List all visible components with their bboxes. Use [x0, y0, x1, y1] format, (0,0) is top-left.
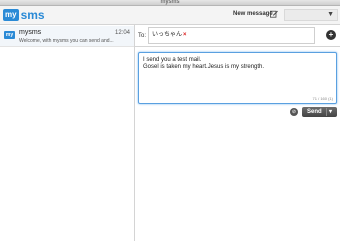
- compose-pane: To: いっちゃん× + I send you a test mail. Gos…: [135, 25, 340, 241]
- logo-badge: my: [3, 9, 19, 21]
- avatar: my: [4, 31, 15, 39]
- conversation-preview: Welcome, with mysms you can send and...: [19, 38, 114, 44]
- new-message-button[interactable]: New message: [233, 11, 273, 17]
- chevron-down-icon: ▼: [327, 11, 334, 18]
- remove-recipient-icon[interactable]: ×: [183, 32, 187, 38]
- account-select[interactable]: ▼: [284, 9, 338, 21]
- conversation-item[interactable]: my mysms 12:04 Welcome, with mysms you c…: [0, 26, 134, 47]
- add-recipient-button[interactable]: +: [326, 30, 336, 40]
- recipient-field[interactable]: いっちゃん×: [148, 27, 315, 44]
- send-options-icon[interactable]: ▾: [329, 108, 332, 115]
- message-textarea[interactable]: I send you a test mail. Gosel is taken m…: [138, 52, 337, 104]
- character-counter: 71 / 160 (1): [312, 96, 333, 101]
- compose-icon[interactable]: [270, 10, 278, 18]
- send-button[interactable]: Send ▾: [302, 107, 337, 117]
- mysms-logo: my sms: [3, 8, 45, 22]
- recipient-row: To: いっちゃん× +: [135, 25, 340, 47]
- app-header: my sms New message ▼: [0, 6, 340, 25]
- logo-word: sms: [20, 8, 45, 22]
- conversation-list: my mysms 12:04 Welcome, with mysms you c…: [0, 25, 135, 241]
- conversation-time: 12:04: [114, 30, 130, 36]
- conversation-name: mysms: [19, 29, 42, 36]
- message-line: I send you a test mail.: [143, 57, 202, 63]
- recipient-chip[interactable]: いっちゃん×: [152, 29, 187, 38]
- recipient-name: いっちゃん: [152, 32, 183, 38]
- to-label: To:: [138, 33, 147, 39]
- attachment-icon[interactable]: ⊘: [290, 108, 298, 116]
- message-line: Gosel is taken my heart.Jesus is my stre…: [143, 64, 265, 70]
- send-label: Send: [307, 109, 322, 115]
- send-divider: [326, 108, 327, 116]
